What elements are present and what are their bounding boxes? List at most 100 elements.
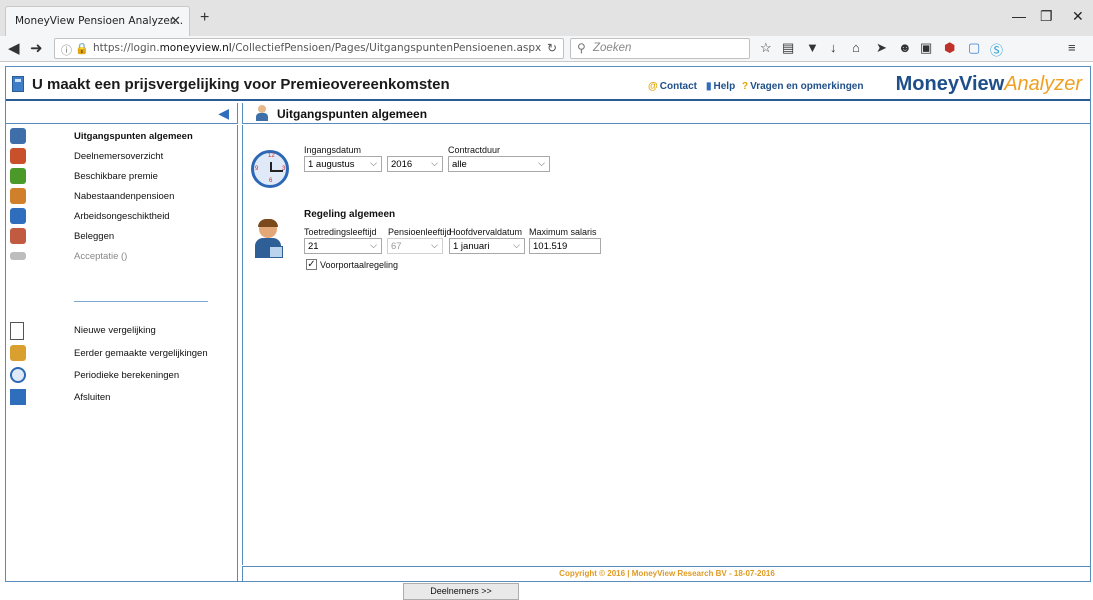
sidebar-item-label: Deelnemersoverzicht: [74, 151, 164, 162]
reading-list-icon[interactable]: ▤: [782, 40, 794, 56]
tab-title: MoneyView Pensioen Analyzer...: [15, 15, 184, 27]
new-tab-icon[interactable]: +: [200, 9, 209, 27]
sidebar-header: ◀: [6, 103, 238, 124]
home-icon[interactable]: ⌂: [852, 40, 860, 55]
questions-link[interactable]: ? Vragen en opmerkingen: [742, 81, 863, 92]
app-window: U maakt een prijsvergelijking voor Premi…: [5, 66, 1091, 600]
skype-icon[interactable]: Ⓢ: [990, 40, 1003, 59]
action-periodic-calculations[interactable]: Periodieke berekeningen: [6, 366, 236, 386]
action-label: Eerder gemaakte vergelijkingen: [74, 348, 208, 359]
exit-door-icon: [10, 389, 26, 405]
select-value: 67: [391, 241, 402, 252]
person-icon: [255, 105, 269, 121]
clock-number: 9: [255, 166, 259, 172]
lock-icon: 🔒: [75, 43, 89, 55]
search-icon: ⚲: [577, 41, 586, 55]
money-person-icon: [10, 168, 26, 184]
close-window-icon[interactable]: ✕: [1072, 8, 1084, 25]
action-label: Afsluiten: [74, 392, 111, 403]
sidebar-item-uitgangspunten[interactable]: Uitgangspunten algemeen: [6, 127, 236, 147]
brand-logo: MoneyViewAnalyzer: [895, 73, 1082, 95]
action-close[interactable]: Afsluiten: [6, 388, 236, 408]
action-earlier-comparisons[interactable]: Eerder gemaakte vergelijkingen: [6, 344, 236, 364]
at-icon: @: [648, 81, 658, 92]
ingangsdatum-day-select[interactable]: 1 augustus ⌵: [304, 156, 382, 172]
select-value: 21: [308, 241, 319, 252]
archive-icon: [10, 345, 26, 361]
chevron-down-icon: ⌵: [513, 240, 520, 250]
close-tab-icon[interactable]: ✕: [170, 13, 181, 29]
person-employee-icon: [253, 219, 287, 260]
chevron-down-icon: ⌵: [370, 240, 377, 250]
chat-icon[interactable]: ☻: [898, 40, 912, 55]
forward-icon[interactable]: ➜: [30, 39, 43, 57]
sidebar: Uitgangspunten algemeen Deelnemersoverzi…: [6, 125, 238, 581]
send-icon[interactable]: ➤: [876, 40, 887, 56]
select-value: 1 augustus: [308, 159, 355, 170]
info-icon[interactable]: ⓘ: [61, 42, 72, 58]
next-participants-button[interactable]: Deelnemers >>: [403, 583, 519, 600]
calculator-icon: [12, 76, 24, 92]
bookmark-star-icon[interactable]: ☆: [760, 40, 772, 56]
contact-link[interactable]: @ Contact: [648, 81, 697, 92]
select-value: 1 januari: [453, 241, 490, 252]
url-text: https://login.moneyview.nl/CollectiefPen…: [93, 42, 542, 54]
menu-icon[interactable]: ≡: [1068, 40, 1076, 55]
clock-number: 6: [269, 178, 273, 184]
panel-title: Uitgangspunten algemeen: [277, 107, 428, 121]
chevron-down-icon: ⌵: [538, 158, 545, 168]
contractduur-label: Contractduur: [448, 145, 501, 155]
sidebar-divider: [74, 301, 208, 302]
ublock-icon[interactable]: ⬢: [944, 40, 955, 56]
sidebar-item-premie[interactable]: Beschikbare premie: [6, 167, 236, 187]
pocket-icon[interactable]: ▼: [806, 40, 819, 55]
select-value: 2016: [391, 159, 413, 170]
sidebar-item-beleggen[interactable]: Beleggen: [6, 227, 236, 247]
help-link[interactable]: ▮ Help: [706, 81, 735, 92]
person-icon: [10, 128, 26, 144]
search-bar[interactable]: ⚲ Zoeken: [570, 38, 750, 59]
panel-header: Uitgangspunten algemeen: [242, 103, 1090, 124]
voorportaal-checkbox[interactable]: ✓: [306, 259, 317, 270]
invest-icon: [10, 228, 26, 244]
reload-icon[interactable]: ↻: [547, 41, 557, 55]
copyright-text: Copyright © 2016 | MoneyView Research BV…: [559, 569, 775, 578]
search-placeholder: Zoeken: [593, 42, 632, 54]
restore-icon[interactable]: ❐: [1040, 8, 1053, 25]
app-header: U maakt een prijsvergelijking voor Premi…: [6, 67, 1090, 101]
sidebar-item-nabestaanden[interactable]: Nabestaandenpensioen: [6, 187, 236, 207]
page-title: U maakt een prijsvergelijking voor Premi…: [32, 76, 450, 93]
select-value: alle: [452, 159, 467, 170]
collapse-sidebar-icon[interactable]: ◀: [218, 105, 229, 122]
back-icon[interactable]: ◀: [8, 39, 20, 57]
toetredingsleeftijd-select[interactable]: 21 ⌵: [304, 238, 382, 254]
browser-tab[interactable]: MoneyView Pensioen Analyzer... ✕: [5, 6, 190, 36]
sidebar-item-label: Arbeidsongeschiktheid: [74, 211, 170, 222]
minimize-icon[interactable]: —: [1012, 8, 1026, 24]
notes-icon[interactable]: ▢: [968, 40, 980, 56]
ingangsdatum-label: Ingangsdatum: [304, 145, 362, 155]
chevron-down-icon: ⌵: [370, 158, 377, 168]
extension-icon[interactable]: ▣: [920, 40, 932, 56]
sidebar-item-arbeidsongeschiktheid[interactable]: Arbeidsongeschiktheid: [6, 207, 236, 227]
chevron-down-icon: ⌵: [431, 240, 438, 250]
maximum-salaris-input[interactable]: 101.519: [529, 238, 601, 254]
question-icon: ?: [742, 81, 749, 92]
download-icon[interactable]: ↓: [830, 40, 837, 55]
url-bar[interactable]: ⓘ 🔒 https://login.moneyview.nl/Collectie…: [54, 38, 564, 59]
group-icon: [10, 148, 26, 164]
book-icon: ▮: [706, 81, 712, 92]
toetredingsleeftijd-label: Toetredingsleeftijd: [304, 227, 377, 237]
input-value: 101.519: [533, 241, 568, 252]
main-panel: 12 3 6 9 Ingangsdatum 1 augustus ⌵ 2016 ⌵ …: [242, 125, 1090, 600]
sidebar-item-deelnemers[interactable]: Deelnemersoverzicht: [6, 147, 236, 167]
ingangsdatum-year-select[interactable]: 2016 ⌵: [387, 156, 443, 172]
maximum-salaris-label: Maximum salaris: [529, 227, 597, 237]
sidebar-item-acceptatie[interactable]: Acceptatie (): [6, 247, 236, 267]
action-new-comparison[interactable]: Nieuwe vergelijking: [6, 321, 236, 341]
browser-nav-bar: ◀ ➜ ⓘ 🔒 https://login.moneyview.nl/Colle…: [0, 36, 1093, 62]
action-label: Nieuwe vergelijking: [74, 325, 156, 336]
hoofdvervaldatum-select[interactable]: 1 januari ⌵: [449, 238, 525, 254]
contractduur-select[interactable]: alle ⌵: [448, 156, 550, 172]
regeling-section-title: Regeling algemeen: [304, 209, 396, 220]
